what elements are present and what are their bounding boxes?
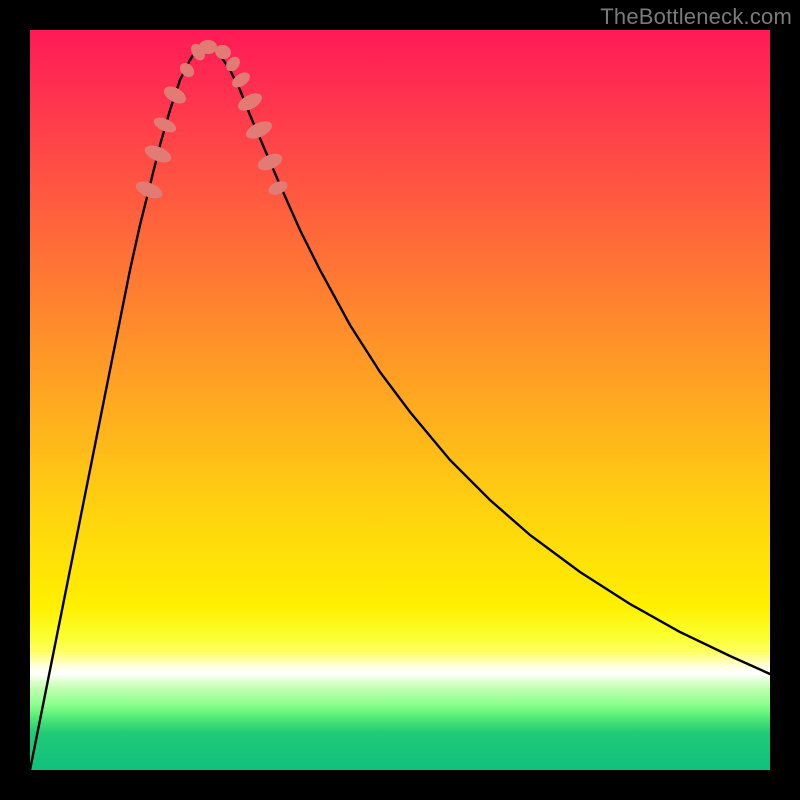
bead-marker: [213, 43, 233, 62]
bottleneck-curve: [30, 45, 770, 770]
bead-marker: [229, 69, 252, 90]
bead-marker: [266, 179, 289, 198]
plot-area: [30, 30, 770, 770]
bead-marker: [199, 40, 217, 54]
bead-marker: [133, 178, 164, 201]
bead-marker: [235, 90, 265, 115]
bead-marker: [188, 41, 207, 63]
bead-marker: [177, 60, 197, 80]
bead-marker: [223, 54, 242, 74]
bead-marker: [142, 142, 173, 165]
highlight-beads: [133, 40, 289, 202]
outer-frame: TheBottleneck.com: [0, 0, 800, 800]
curve-svg: [30, 30, 770, 770]
bead-marker: [255, 150, 284, 173]
bead-marker: [243, 118, 274, 143]
bead-marker: [161, 83, 189, 107]
bead-marker: [152, 115, 179, 136]
watermark-text: TheBottleneck.com: [600, 4, 792, 30]
